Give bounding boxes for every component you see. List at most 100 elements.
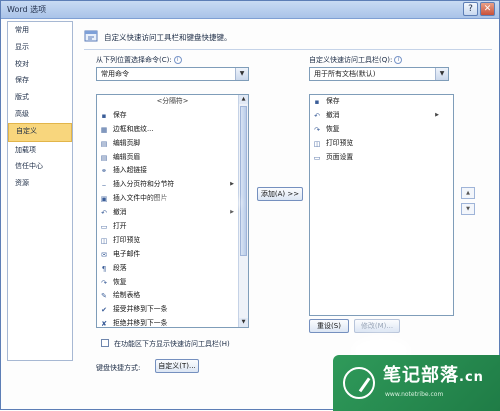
toolbar-list[interactable]: ▪ 保存 ↶ 撤消 ▶ ↷ 恢复 ◫ 打印预览 ▭ 页面设置 [309,94,454,316]
watermark-suffix: .cn [459,370,484,385]
sidebar-item[interactable]: 保存 [8,72,72,89]
add-button[interactable]: 添加(A) >> [257,187,303,201]
list-item-label: 插入超链接 [113,166,147,175]
list-item[interactable]: ✉ 电子邮件 [97,248,248,262]
list-item[interactable]: ◫ 打印预览 [310,137,453,151]
customize-toolbar-text: 自定义快速访问工具栏(Q): [309,56,393,64]
list-item[interactable]: ▪ 保存 [97,109,248,123]
sidebar-item[interactable]: 高级 [8,106,72,123]
commands-scrollbar[interactable]: ▲ ▼ [238,95,248,327]
list-item-label: 编辑页眉 [113,152,141,161]
list-item[interactable]: ▦ 边框和底纹... [97,123,248,137]
commands-rows: <分隔符> ▪ 保存 ▦ 边框和底纹... ▤ 编辑页脚 ▤ 编辑页眉 ⚭ 插入超链接 ⎯ 插入分页符和… [97,95,248,327]
divider [84,49,492,50]
list-item[interactable]: ▪ 保存 [310,95,453,109]
border-icon: ▦ [100,125,108,134]
info-icon[interactable]: i [173,56,182,64]
watermark-url: www.notetribe.com [385,391,444,398]
list-item-label: 插入分页符和分节符 [113,180,175,189]
customize-toolbar-value: 用于所有文档(默认) [314,70,376,78]
undo-icon: ↶ [101,209,107,218]
move-down-icon[interactable]: ▼ [461,203,475,215]
customize-toolbar-combo[interactable]: 用于所有文档(默认) ▼ [309,67,449,81]
close-button[interactable]: ✕ [480,2,495,16]
list-item[interactable]: ▭ 打开 [97,220,248,234]
page-setup-icon: ▭ [313,153,321,162]
paragraph-icon: ¶ [101,264,107,273]
shortcut-label: 键盘快捷方式: [96,364,141,372]
footer-icon: ▤ [100,139,108,148]
list-item[interactable]: ✎ 绘制表格 [97,289,248,303]
sidebar-item[interactable]: 常用 [8,22,72,39]
modify-button[interactable]: 修改(M)... [354,319,400,333]
undo-icon: ↶ [314,111,320,120]
header-icon: ▤ [100,153,108,162]
open-icon: ▭ [100,223,108,232]
reset-button[interactable]: 重设(S) [309,319,349,333]
list-item-label: 保存 [113,110,127,119]
sidebar-item[interactable]: 信任中心 [8,158,72,175]
list-item[interactable]: ◫ 打印预览 [97,234,248,248]
scroll-up-icon[interactable]: ▲ [239,95,248,104]
list-item[interactable]: ⎯ 插入分页符和分节符 ▶ [97,178,248,192]
list-item-label: 绘制表格 [113,291,141,300]
sidebar-item[interactable]: 显示 [8,39,72,56]
scroll-thumb[interactable] [240,106,247,256]
commands-list[interactable]: <分隔符> ▪ 保存 ▦ 边框和底纹... ▤ 编辑页脚 ▤ 编辑页眉 ⚭ 插入超链接 ⎯ 插入分页符和… [96,94,249,328]
chevron-right-icon: ▶ [230,209,234,216]
scroll-down-icon[interactable]: ▼ [239,318,248,327]
print-preview-icon: ◫ [100,236,108,245]
chevron-right-icon: ▶ [435,111,439,118]
redo-icon: ↷ [101,278,107,287]
move-up-icon[interactable]: ▲ [461,187,475,199]
list-item[interactable]: ¶ 段落 [97,262,248,276]
list-item[interactable]: ↷ 恢复 [310,123,453,137]
sidebar-item[interactable]: 自定义 [8,122,72,142]
header-text: 自定义快速访问工具栏和键盘快捷键。 [104,33,232,42]
hyperlink-icon: ⚭ [101,167,107,176]
list-item-label: 撤消 [113,208,127,217]
list-item-label: 保存 [326,97,340,105]
list-item-label: 撤消 [326,110,340,119]
customize-toolbar-label: 自定义快速访问工具栏(Q): i [309,55,403,65]
break-icon: ⎯ [102,181,106,190]
sidebar-item[interactable]: 加载项 [8,142,72,159]
save-icon: ▪ [101,111,107,120]
list-item[interactable]: ▭ 页面设置 [310,151,453,165]
customize-shortcut-button[interactable]: 自定义(T)... [155,359,199,373]
list-item[interactable]: ↷ 恢复 [97,276,248,290]
list-item[interactable]: ↶ 撤消 ▶ [310,109,453,123]
list-item[interactable]: ⚭ 插入超链接 [97,164,248,178]
list-item-label: 打开 [113,222,127,231]
list-item[interactable]: ✘ 拒绝并移到下一条 [97,317,248,327]
info-icon[interactable]: i [394,56,403,64]
show-below-ribbon-checkbox[interactable] [101,339,109,347]
chevron-down-icon[interactable]: ▼ [435,68,448,80]
sidebar: 常用 显示 校对 保存 版式 高级 自定义 加载项 信任中心 资源 [7,21,73,361]
watermark-name-text: 笔记部落 [383,365,459,386]
list-item[interactable]: ▤ 编辑页眉 [97,151,248,165]
blur-artifact [181,201,231,211]
choose-commands-text: 从下列位置选择命令(C): [96,56,172,64]
sidebar-item[interactable]: 版式 [8,89,72,106]
choose-commands-combo[interactable]: 常用命令 ▼ [96,67,249,81]
list-item[interactable]: ▤ 编辑页脚 [97,137,248,151]
title-bar[interactable]: Word 选项 ? ✕ [1,1,499,19]
chevron-right-icon: ▶ [230,181,234,188]
choose-commands-value: 常用命令 [101,70,129,78]
list-item-label: 电子邮件 [113,249,141,258]
choose-commands-label: 从下列位置选择命令(C): i [96,55,182,65]
watermark-name: 笔记部落.cn [383,361,484,387]
picture-icon: ▣ [100,195,108,204]
list-item[interactable]: ✔ 接受并移到下一条 [97,303,248,317]
window-title: Word 选项 [7,5,47,14]
accept-icon: ✔ [101,306,107,315]
sidebar-item[interactable]: 校对 [8,56,72,73]
list-item-label: 段落 [113,263,127,272]
list-item-label: 边框和底纹... [113,124,154,133]
sidebar-item[interactable]: 资源 [8,175,72,192]
help-button[interactable]: ? [463,2,478,16]
list-item[interactable]: <分隔符> [97,95,248,109]
chevron-down-icon[interactable]: ▼ [235,68,248,80]
draw-table-icon: ✎ [101,292,107,301]
